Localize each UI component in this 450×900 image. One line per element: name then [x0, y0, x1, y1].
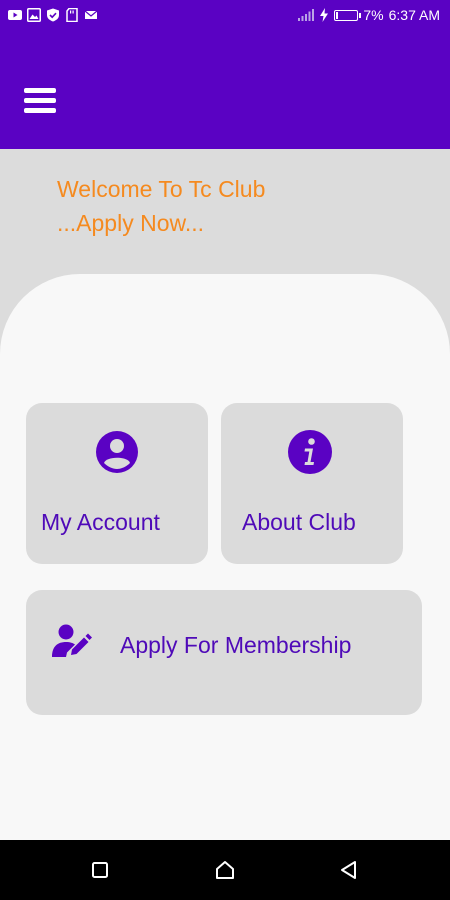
youtube-icon [8, 10, 22, 20]
welcome-subtitle: ...Apply Now... [57, 210, 205, 236]
gallery-icon [27, 8, 41, 22]
apply-membership-label: Apply For Membership [120, 632, 352, 658]
apply-membership-tile[interactable]: Apply For Membership [26, 590, 422, 715]
home-icon[interactable] [213, 858, 237, 882]
shield-icon [47, 8, 59, 22]
about-club-tile[interactable]: About Club [221, 403, 403, 564]
hamburger-menu-icon[interactable] [24, 88, 58, 118]
user-edit-icon [52, 624, 92, 657]
charging-icon [320, 8, 329, 22]
my-account-tile[interactable]: My Account [26, 403, 208, 564]
status-bar: 7% 6:37 AM [0, 0, 450, 32]
content-card: My Account About Club Apply For Membersh… [0, 274, 450, 840]
signal-icon [298, 9, 315, 21]
welcome-title: Welcome To Tc Club [57, 176, 266, 202]
info-icon [288, 430, 332, 474]
mail-icon [84, 10, 98, 19]
my-account-label: My Account [41, 509, 160, 535]
battery-percent: 7% [363, 7, 384, 23]
about-club-label: About Club [242, 509, 356, 535]
battery-level [336, 11, 338, 19]
sd-card-icon [66, 8, 78, 22]
back-triangle-icon[interactable] [337, 858, 361, 882]
navigation-bar [0, 840, 450, 900]
notification-icons [8, 8, 98, 22]
recents-square-icon[interactable] [88, 858, 112, 882]
battery-icon [334, 9, 362, 21]
app-bar [0, 32, 450, 149]
account-circle-icon [96, 431, 138, 473]
clock: 6:37 AM [388, 7, 440, 23]
welcome-message: Welcome To Tc Club ...Apply Now... [57, 172, 265, 240]
system-status: 7% 6:37 AM [298, 7, 440, 23]
